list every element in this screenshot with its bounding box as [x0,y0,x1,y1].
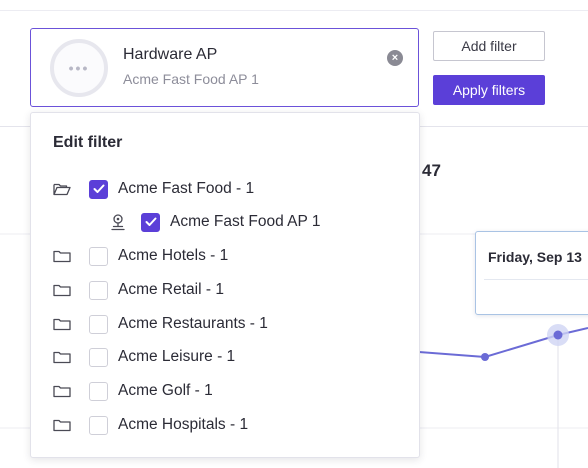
selected-filter-chip[interactable]: ••• Hardware AP Acme Fast Food AP 1 × [30,28,419,107]
device-avatar-icon: ••• [50,39,108,97]
tooltip-title: Friday, Sep 13 [488,249,582,265]
tooltip-divider [484,279,588,280]
add-filter-button[interactable]: Add filter [433,31,545,61]
filter-chip-title: Hardware AP [123,46,218,63]
check-icon [145,217,156,226]
data-point-hovered [553,330,563,340]
folder-open-icon [51,178,73,200]
folder-icon [51,313,73,335]
tree-item-acme-fast-food-ap-1[interactable]: Acme Fast Food AP 1 [107,210,320,234]
data-point [481,353,489,361]
folder-icon [51,245,73,267]
checkbox-acme-fast-food-ap-1[interactable] [141,212,160,232]
tree-item-acme-golf[interactable]: Acme Golf - 1 [51,379,213,403]
tree-item-label: Acme Golf - 1 [118,382,213,399]
edit-filter-title: Edit filter [53,134,123,151]
top-divider [0,10,588,11]
checkbox-acme-hospitals[interactable] [89,415,108,435]
checkbox-acme-restaurants[interactable] [89,314,108,334]
tree-item-label: Acme Hospitals - 1 [118,416,249,433]
tree-item-acme-leisure[interactable]: Acme Leisure - 1 [51,345,235,369]
tree-item-label: Acme Restaurants - 1 [118,315,268,332]
tree-item-label: Acme Fast Food AP 1 [170,213,321,230]
folder-icon [51,279,73,301]
tree-item-acme-fast-food[interactable]: Acme Fast Food - 1 [51,177,254,201]
checkbox-acme-retail[interactable] [89,280,108,300]
tree-item-label: Acme Fast Food - 1 [118,180,255,197]
checkbox-acme-golf[interactable] [89,381,108,401]
tree-item-acme-hotels[interactable]: Acme Hotels - 1 [51,244,228,268]
tree-item-acme-hospitals[interactable]: Acme Hospitals - 1 [51,413,248,437]
folder-icon [51,380,73,402]
filter-chip-subtitle: Acme Fast Food AP 1 [123,71,259,87]
folder-icon [51,414,73,436]
checkbox-acme-fast-food[interactable] [89,179,108,199]
tree-item-acme-retail[interactable]: Acme Retail - 1 [51,278,224,302]
kpi-value-partial: 47 [422,161,441,180]
checkbox-acme-hotels[interactable] [89,246,108,266]
tree-item-acme-restaurants[interactable]: Acme Restaurants - 1 [51,312,268,336]
checkbox-acme-leisure[interactable] [89,347,108,367]
tree-item-label: Acme Retail - 1 [118,281,224,298]
chart-tooltip: Friday, Sep 13 [475,231,588,315]
check-icon [93,184,104,193]
clear-filter-icon[interactable]: × [387,50,403,66]
tree-item-label: Acme Hotels - 1 [118,247,229,264]
apply-filters-button[interactable]: Apply filters [433,75,545,105]
edit-filter-panel: Edit filter Acme Fast Food - 1 Acme Fast… [30,112,420,458]
folder-icon [51,346,73,368]
access-point-icon [107,211,129,233]
tree-item-label: Acme Leisure - 1 [118,348,236,365]
